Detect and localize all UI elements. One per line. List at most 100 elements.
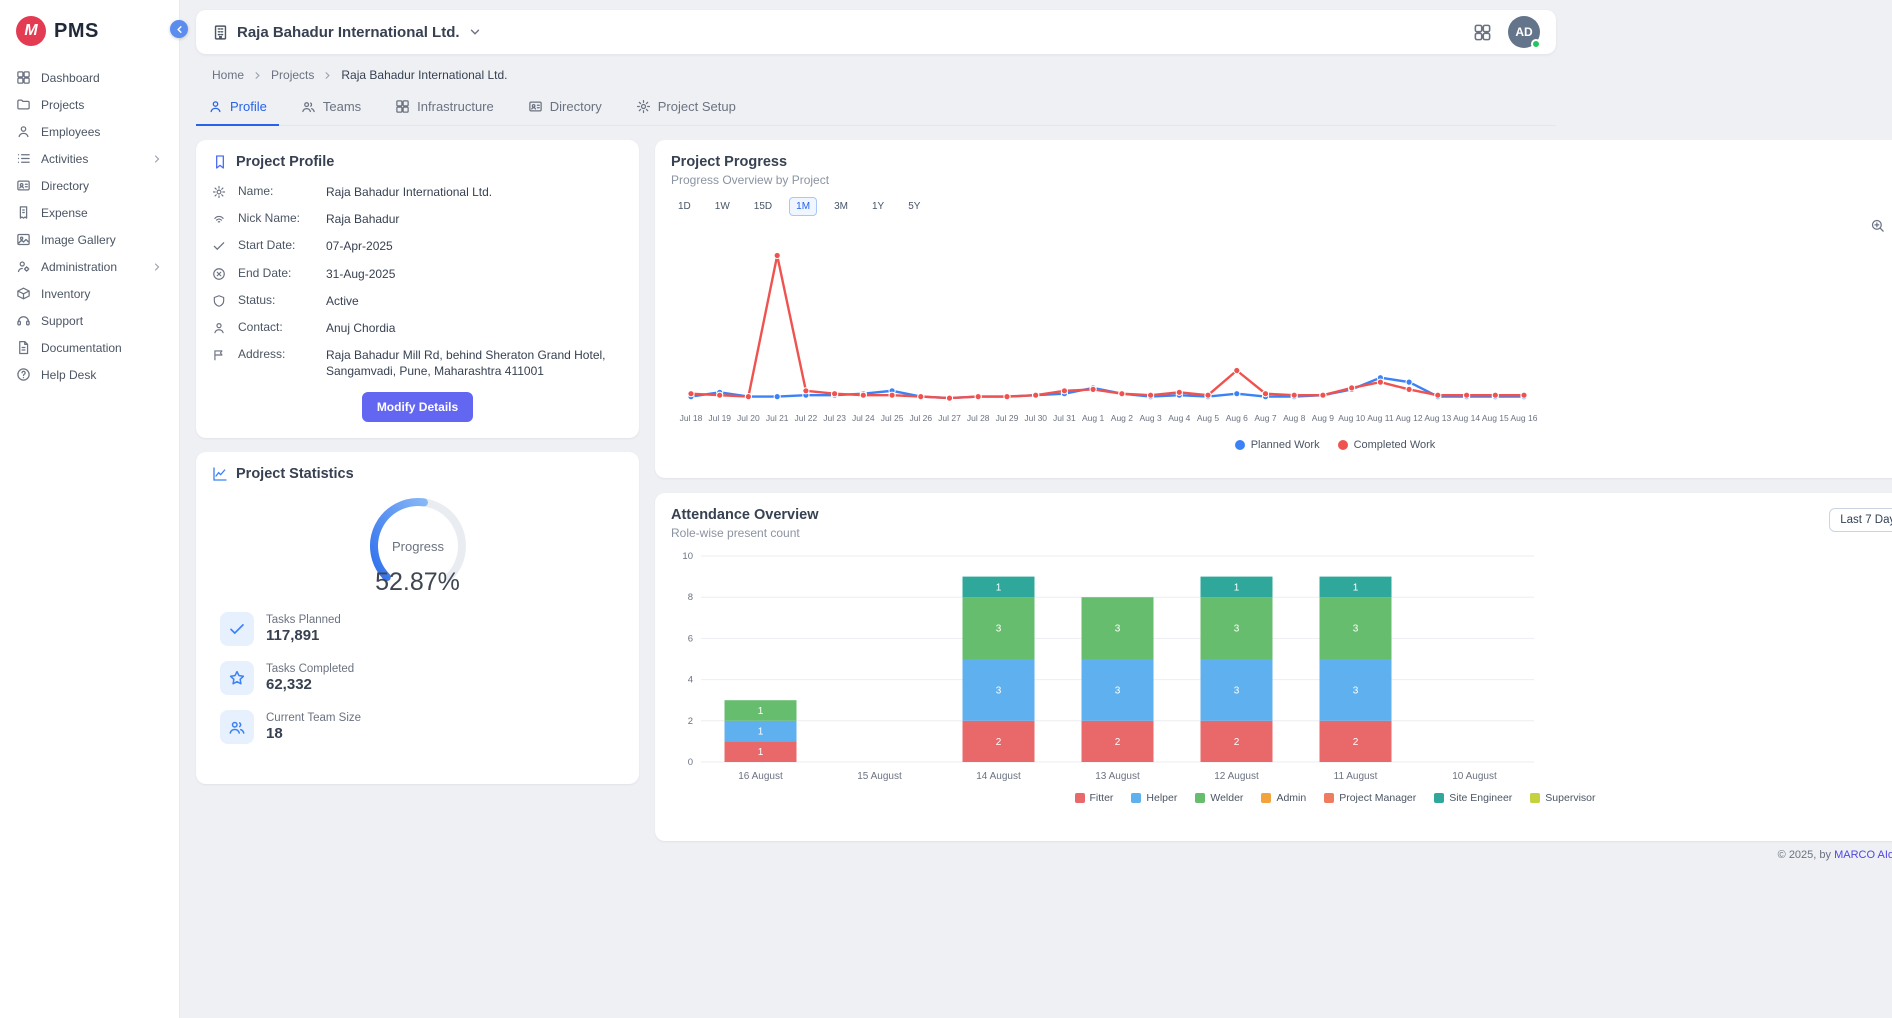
legend-item[interactable]: Admin bbox=[1261, 792, 1306, 804]
svg-text:10: 10 bbox=[682, 551, 693, 562]
headset-icon bbox=[16, 313, 31, 328]
svg-text:Jul 29: Jul 29 bbox=[996, 413, 1019, 423]
main-area: Raja Bahadur International Ltd. AD Home … bbox=[180, 0, 1892, 1018]
sidebar-item-dashboard[interactable]: Dashboard bbox=[0, 64, 179, 91]
svg-text:1: 1 bbox=[1353, 582, 1359, 593]
svg-text:Aug 11: Aug 11 bbox=[1367, 413, 1394, 423]
legend-item[interactable]: Planned Work bbox=[1235, 439, 1320, 451]
range-1d-button[interactable]: 1D bbox=[671, 197, 698, 216]
svg-text:3: 3 bbox=[1115, 624, 1121, 635]
list-icon bbox=[16, 151, 31, 166]
svg-text:Jul 28: Jul 28 bbox=[967, 413, 990, 423]
chevron-right-icon bbox=[151, 153, 163, 165]
svg-text:Jul 24: Jul 24 bbox=[852, 413, 875, 423]
flag-icon bbox=[212, 348, 226, 362]
svg-text:Aug 13: Aug 13 bbox=[1424, 413, 1451, 423]
attendance-stacked-bar-chart[interactable]: 024681011116 August15 August233114 Augus… bbox=[671, 550, 1540, 790]
svg-text:1: 1 bbox=[758, 706, 764, 717]
svg-text:15 August: 15 August bbox=[857, 771, 902, 782]
range-1w-button[interactable]: 1W bbox=[708, 197, 737, 216]
stat-current-team-size: Current Team Size 18 bbox=[212, 710, 623, 744]
sidebar-item-activities[interactable]: Activities bbox=[0, 145, 179, 172]
breadcrumb-projects[interactable]: Projects bbox=[271, 68, 314, 82]
tab-directory[interactable]: Directory bbox=[516, 90, 614, 126]
image-icon bbox=[16, 232, 31, 247]
svg-text:3: 3 bbox=[996, 624, 1002, 635]
svg-text:3: 3 bbox=[1353, 685, 1359, 696]
sidebar-item-inventory[interactable]: Inventory bbox=[0, 280, 179, 307]
range-15d-button[interactable]: 15D bbox=[747, 197, 779, 216]
range-3m-button[interactable]: 3M bbox=[827, 197, 855, 216]
copyright-text: © 2025, by bbox=[1778, 849, 1831, 861]
apps-grid-icon[interactable] bbox=[1473, 23, 1492, 42]
svg-text:4: 4 bbox=[688, 675, 693, 686]
sidebar-item-label: Image Gallery bbox=[41, 233, 116, 247]
svg-text:Jul 27: Jul 27 bbox=[938, 413, 961, 423]
svg-text:1: 1 bbox=[758, 727, 764, 738]
svg-text:Aug 6: Aug 6 bbox=[1226, 413, 1248, 423]
legend-item[interactable]: Helper bbox=[1131, 792, 1177, 804]
x-circle-icon bbox=[212, 267, 226, 281]
online-status-dot bbox=[1531, 39, 1541, 49]
legend-item[interactable]: Welder bbox=[1195, 792, 1243, 804]
sidebar-item-label: Administration bbox=[41, 260, 117, 274]
project-progress-line-chart[interactable]: Jul 18Jul 19Jul 20Jul 21Jul 22Jul 23Jul … bbox=[671, 233, 1540, 437]
sidebar-item-projects[interactable]: Projects bbox=[0, 91, 179, 118]
sidebar-item-label: Support bbox=[41, 314, 83, 328]
svg-text:Jul 22: Jul 22 bbox=[795, 413, 818, 423]
date-range-select[interactable]: Last 7 Days bbox=[1829, 508, 1892, 532]
gear-icon bbox=[212, 185, 226, 199]
fingerprint-icon bbox=[212, 212, 226, 226]
tab-infrastructure[interactable]: Infrastructure bbox=[383, 90, 506, 126]
sidebar-item-image-gallery[interactable]: Image Gallery bbox=[0, 226, 179, 253]
sidebar-item-documentation[interactable]: Documentation bbox=[0, 334, 179, 361]
sidebar-item-help-desk[interactable]: Help Desk bbox=[0, 361, 179, 388]
svg-text:Jul 18: Jul 18 bbox=[680, 413, 703, 423]
user-avatar[interactable]: AD bbox=[1508, 16, 1540, 48]
chevron-right-icon bbox=[252, 70, 263, 81]
user-gear-icon bbox=[16, 259, 31, 274]
range-1m-button[interactable]: 1M bbox=[789, 197, 817, 216]
receipt-icon bbox=[16, 205, 31, 220]
company-selector[interactable]: Raja Bahadur International Ltd. bbox=[212, 24, 482, 41]
footer: © 2025, by MARCO AIoT Technologies Pvt. … bbox=[655, 849, 1892, 861]
tab-profile[interactable]: Profile bbox=[196, 90, 279, 126]
svg-text:2: 2 bbox=[1234, 737, 1240, 748]
svg-text:3: 3 bbox=[996, 685, 1002, 696]
time-range-selector: 1D 1W 15D 1M 3M 1Y 5Y bbox=[671, 197, 1892, 216]
chart-toolbar bbox=[671, 218, 1892, 233]
document-icon bbox=[16, 340, 31, 355]
card-title: Project Statistics bbox=[236, 466, 354, 482]
company-link[interactable]: MARCO AIoT Technologies Pvt. Ltd. bbox=[1834, 849, 1892, 861]
question-circle-icon bbox=[16, 367, 31, 382]
legend-item[interactable]: Site Engineer bbox=[1434, 792, 1512, 804]
sidebar-collapse-button[interactable] bbox=[170, 20, 188, 38]
sidebar-item-employees[interactable]: Employees bbox=[0, 118, 179, 145]
profile-field-address: Address: Raja Bahadur Mill Rd, behind Sh… bbox=[212, 347, 623, 379]
svg-text:2: 2 bbox=[688, 716, 693, 727]
sidebar-item-directory[interactable]: Directory bbox=[0, 172, 179, 199]
sidebar-item-administration[interactable]: Administration bbox=[0, 253, 179, 280]
sidebar-item-expense[interactable]: Expense bbox=[0, 199, 179, 226]
svg-text:3: 3 bbox=[1234, 685, 1240, 696]
svg-text:2: 2 bbox=[1115, 737, 1121, 748]
range-5y-button[interactable]: 5Y bbox=[901, 197, 927, 216]
range-1y-button[interactable]: 1Y bbox=[865, 197, 891, 216]
tab-teams[interactable]: Teams bbox=[289, 90, 373, 126]
legend-item[interactable]: Project Manager bbox=[1324, 792, 1416, 804]
project-profile-card: Project Profile Name: Raja Bahadur Inter… bbox=[196, 140, 639, 438]
breadcrumb-home[interactable]: Home bbox=[212, 68, 244, 82]
check-icon bbox=[212, 239, 226, 253]
legend-item[interactable]: Fitter bbox=[1075, 792, 1114, 804]
legend-item[interactable]: Supervisor bbox=[1530, 792, 1595, 804]
people-icon bbox=[220, 710, 254, 744]
shield-icon bbox=[212, 294, 226, 308]
legend-item[interactable]: Completed Work bbox=[1338, 439, 1436, 451]
zoom-in-icon[interactable] bbox=[1870, 218, 1885, 233]
tab-project-setup[interactable]: Project Setup bbox=[624, 90, 748, 126]
building-icon bbox=[212, 24, 229, 41]
bar-chart-legend: Fitter Helper Welder Admin Project Manager Si… bbox=[671, 792, 1892, 804]
sidebar-item-support[interactable]: Support bbox=[0, 307, 179, 334]
modify-details-button[interactable]: Modify Details bbox=[362, 392, 473, 422]
svg-text:Jul 21: Jul 21 bbox=[766, 413, 789, 423]
